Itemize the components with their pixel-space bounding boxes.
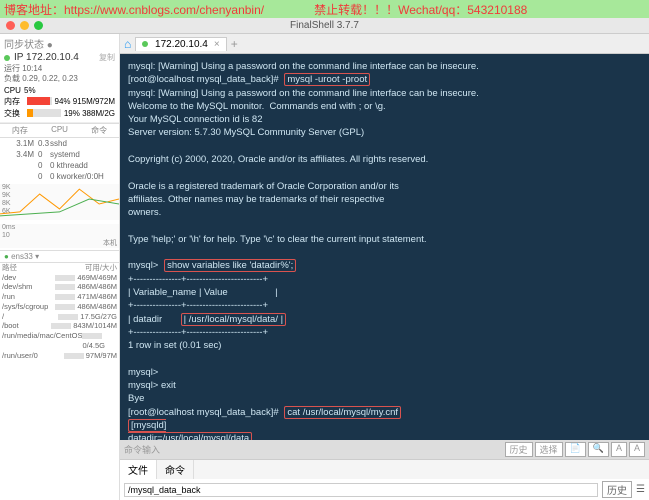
- minimize-icon[interactable]: [20, 21, 29, 30]
- status-dot-icon: [4, 55, 10, 61]
- proc-row: 00 kthreadd: [0, 160, 119, 171]
- search-icon[interactable]: 🔍: [588, 442, 609, 457]
- proc-row: 3.1M0.3sshd: [0, 138, 119, 149]
- new-tab-icon[interactable]: +: [231, 37, 238, 51]
- sync-status: 同步状态 ●: [4, 36, 53, 51]
- tab-commands[interactable]: 命令: [157, 460, 194, 479]
- window-titlebar: FinalShell 3.7.7: [0, 18, 649, 34]
- font-inc-icon[interactable]: A: [611, 442, 627, 457]
- hl-cmd: mysql -uroot -proot: [284, 73, 370, 86]
- sidebar: 同步状态 ● IP 172.20.10.4 复制 运行 10:14 负载 0.29…: [0, 34, 120, 500]
- mem-label: 内存: [4, 96, 24, 107]
- blog-url: 博客地址：https://www.cnblogs.com/chenyanbin/: [4, 1, 264, 18]
- swap-label: 交换: [4, 108, 24, 119]
- command-bar: 命令输入 历史 选择 📄 🔍 A A: [120, 440, 649, 459]
- maximize-icon[interactable]: [34, 21, 43, 30]
- hl-cat: cat /usr/local/mysql/my.cnf: [284, 406, 401, 419]
- load: 负载 0.29, 0.22, 0.23: [4, 74, 115, 84]
- session-tab[interactable]: 172.20.10.4×: [135, 37, 226, 51]
- bottom-panel: 文件 命令 历史 ☰: [120, 459, 649, 500]
- path-history-button[interactable]: 历史: [602, 481, 632, 498]
- blog-header: 博客地址：https://www.cnblogs.com/chenyanbin/…: [0, 0, 649, 18]
- close-icon[interactable]: [6, 21, 15, 30]
- close-tab-icon[interactable]: ×: [214, 39, 220, 50]
- disk-hdr-size: 可用/大小: [85, 263, 117, 273]
- net-selector[interactable]: ● ens33 ▾: [0, 250, 119, 263]
- session-tabs: ⌂ 172.20.10.4× +: [120, 34, 649, 54]
- latency-graph: 0ms 10 本机: [0, 224, 119, 248]
- window-controls[interactable]: [6, 21, 43, 30]
- path-input[interactable]: [124, 483, 598, 497]
- network-graph: 9K 9K 8K 6K: [0, 184, 119, 220]
- home-icon[interactable]: ⌂: [124, 37, 131, 51]
- runtime: 运行 10:14: [4, 64, 115, 74]
- proc-row: 3.4M0systemd: [0, 149, 119, 160]
- ip-label: IP 172.20.10.4: [14, 52, 79, 63]
- proc-tabs[interactable]: 内存CPU命令: [0, 123, 119, 138]
- tool-icon[interactable]: 📄: [565, 442, 586, 457]
- copy-button[interactable]: 复制: [99, 52, 115, 63]
- proc-row: 00 kworker/0:0H: [0, 171, 119, 182]
- app-title: FinalShell 3.7.7: [290, 20, 359, 31]
- nocopy-label: 禁止转载！！！Wechat/qq：543210188: [314, 1, 527, 18]
- hl-sql: show variables like 'datadir%';: [164, 259, 296, 272]
- menu-icon[interactable]: ☰: [636, 484, 645, 495]
- tab-files[interactable]: 文件: [120, 460, 157, 479]
- terminal[interactable]: mysql: [Warning] Using a password on the…: [120, 54, 649, 440]
- hl-section: [mysqld] datadir=/usr/local/mysql/data: [128, 419, 252, 440]
- status-dot-icon: [142, 41, 148, 47]
- disk-hdr-path: 路径: [2, 263, 17, 273]
- cmd-input-placeholder[interactable]: 命令输入: [124, 443, 160, 456]
- choose-button[interactable]: 选择: [535, 442, 563, 457]
- font-dec-icon[interactable]: A: [629, 442, 645, 457]
- hl-datadir: | /usr/local/mysql/data/ |: [181, 313, 286, 326]
- history-button[interactable]: 历史: [505, 442, 533, 457]
- cpu-label: CPU: [4, 86, 24, 95]
